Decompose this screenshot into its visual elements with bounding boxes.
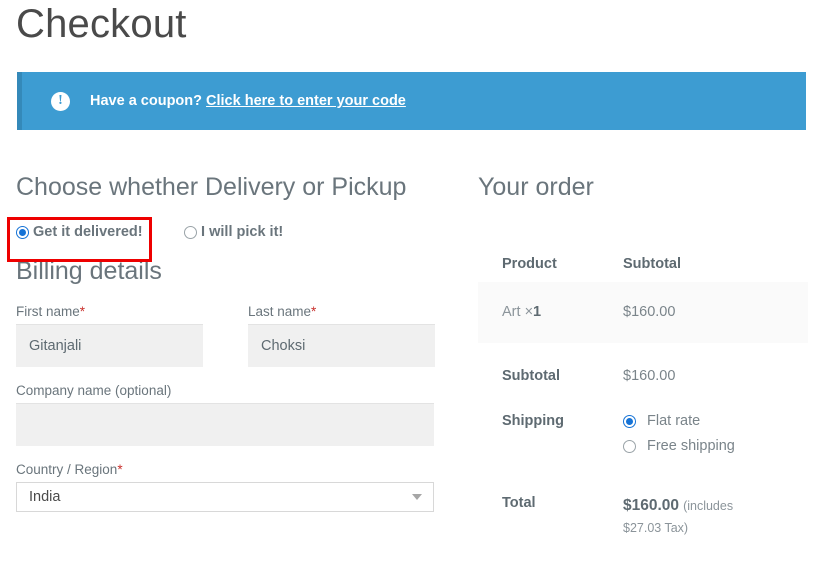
quantity-separator: × [524, 304, 534, 320]
chevron-down-icon [412, 494, 422, 500]
total-tax-note-line1: (includes [683, 499, 734, 513]
company-name-field: Company name (optional) [16, 383, 434, 446]
table-row: Shipping Flat rate Free shipping [478, 384, 808, 463]
coupon-prompt-text: Have a coupon? Click here to enter your … [90, 93, 406, 109]
order-item-name: Art ×1 [478, 282, 623, 343]
delivery-option-get-it-delivered[interactable]: Get it delivered! [16, 224, 143, 240]
delivery-option-label: Get it delivered! [33, 224, 143, 240]
order-summary-heading: Your order [478, 173, 594, 201]
order-table-header-row: Product Subtotal [478, 256, 808, 282]
radio-flat-rate[interactable] [623, 414, 636, 428]
shipping-option-flat-rate[interactable]: Flat rate [623, 413, 808, 429]
total-label: Total [502, 495, 536, 511]
first-name-input[interactable] [16, 324, 203, 367]
delivery-method-heading: Choose whether Delivery or Pickup [16, 173, 407, 201]
first-name-label-text: First name [16, 304, 80, 319]
required-asterisk: * [79, 304, 86, 319]
table-row: Subtotal $160.00 [478, 343, 808, 384]
shipping-option-label: Free shipping [647, 438, 735, 454]
shipping-option-free-shipping[interactable]: Free shipping [623, 438, 808, 454]
delivery-method-options: Get it delivered! I will pick it! [7, 217, 441, 262]
company-name-label: Company name (optional) [16, 383, 172, 398]
last-name-label-text: Last name [248, 304, 312, 319]
exclamation-circle-icon: ! [51, 91, 70, 111]
coupon-prompt-label: Have a coupon? [90, 93, 202, 109]
delivery-option-i-will-pick-it[interactable]: I will pick it! [184, 224, 283, 240]
company-name-row: Company name (optional) [16, 383, 441, 446]
shipping-options: Flat rate Free shipping [623, 384, 808, 463]
country-region-select[interactable]: India [16, 482, 434, 512]
last-name-label: Last name* [248, 304, 435, 319]
billing-column: Choose whether Delivery or Pickup Get it… [7, 170, 441, 512]
company-name-input[interactable] [16, 403, 434, 446]
enter-coupon-code-link[interactable]: Click here to enter your code [206, 93, 406, 109]
page-title: Checkout [16, 2, 187, 46]
country-region-label: Country / Region* [16, 462, 434, 477]
total-value-cell: $160.00 (includes $27.03 Tax) [623, 463, 808, 539]
last-name-field: Last name* [248, 304, 435, 367]
required-asterisk: * [117, 462, 123, 477]
country-region-field: Country / Region* India [16, 462, 434, 512]
order-item-quantity: 1 [533, 304, 542, 320]
table-row: Total $160.00 (includes $27.03 Tax) [478, 463, 808, 539]
column-header-product: Product [502, 256, 557, 272]
delivery-option-label: I will pick it! [201, 224, 284, 240]
shipping-option-label: Flat rate [647, 413, 701, 429]
radio-i-will-pick-it[interactable] [184, 225, 198, 239]
first-name-field: First name* [16, 304, 203, 367]
order-item-title: Art [502, 304, 521, 320]
last-name-input[interactable] [248, 324, 435, 367]
order-summary-column: Your order Product Subtotal Art ×1 $160.… [478, 170, 808, 539]
required-asterisk: * [311, 304, 317, 319]
order-summary-table: Product Subtotal Art ×1 $160.00 Subtotal… [478, 256, 808, 539]
total-tax-note-line2: $27.03 Tax) [623, 521, 689, 535]
total-amount: $160.00 [623, 497, 680, 514]
order-item-subtotal: $160.00 [623, 304, 676, 320]
subtotal-value: $160.00 [623, 368, 676, 384]
country-region-label-text: Country / Region [16, 462, 118, 477]
name-fields-row: First name* Last name* [16, 304, 441, 367]
radio-free-shipping[interactable] [623, 439, 636, 453]
column-header-subtotal: Subtotal [623, 256, 681, 272]
first-name-label: First name* [16, 304, 203, 319]
table-row: Art ×1 $160.00 [478, 282, 808, 343]
radio-get-it-delivered[interactable] [16, 225, 29, 239]
shipping-label: Shipping [502, 413, 565, 429]
coupon-notice-banner: ! Have a coupon? Click here to enter you… [17, 72, 806, 130]
country-region-selected-value: India [29, 489, 61, 505]
country-region-row: Country / Region* India [16, 462, 441, 512]
subtotal-label: Subtotal [502, 368, 560, 384]
billing-details-heading: Billing details [16, 257, 162, 285]
